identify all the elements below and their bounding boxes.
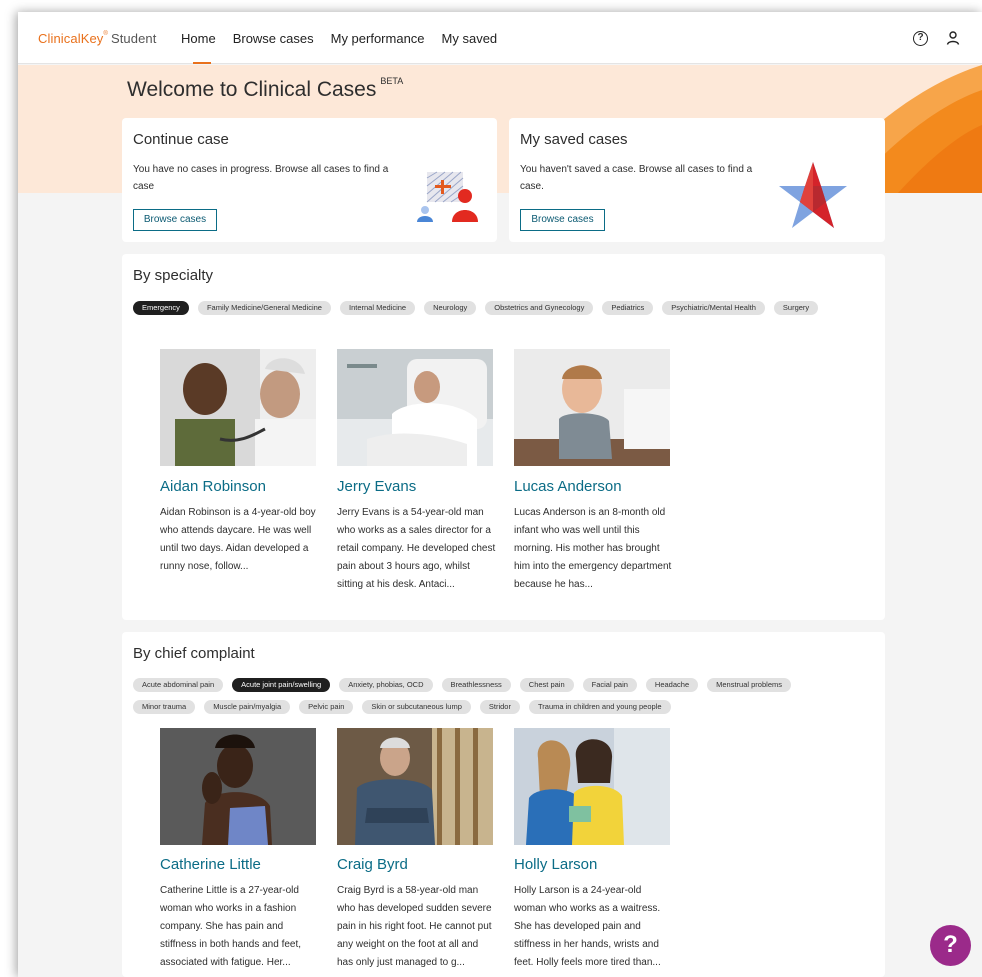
help-icon[interactable]: ? xyxy=(913,31,928,46)
complaint-filter-chips: Acute abdominal pain Acute joint pain/sw… xyxy=(133,678,863,722)
chip-acute-joint-pain[interactable]: Acute joint pain/swelling xyxy=(232,678,331,692)
chip-menstrual-problems[interactable]: Menstrual problems xyxy=(707,678,791,692)
page-title: Welcome to Clinical Cases BETA xyxy=(127,76,404,102)
chip-pediatrics[interactable]: Pediatrics xyxy=(602,301,654,315)
active-nav-indicator xyxy=(193,62,211,64)
specialty-title: By specialty xyxy=(133,267,214,284)
main-nav: Home Browse cases My performance My save… xyxy=(181,31,497,46)
complaint-title: By chief complaint xyxy=(133,645,255,662)
case-desc-holly: Holly Larson is a 24-year-old woman who … xyxy=(514,885,661,968)
case-desc-jerry: Jerry Evans is a 54-year-old man who wor… xyxy=(337,507,496,590)
chip-skin-lump[interactable]: Skin or subcutaneous lump xyxy=(362,700,471,714)
case-image-aidan[interactable] xyxy=(160,349,316,466)
continue-case-card: Continue case You have no cases in progr… xyxy=(122,118,497,242)
case-name-craig[interactable]: Craig Byrd xyxy=(337,856,408,873)
chip-breathlessness[interactable]: Breathlessness xyxy=(441,678,511,692)
case-desc-lucas: Lucas Anderson is an 8-month old infant … xyxy=(514,507,672,590)
user-icon[interactable] xyxy=(945,30,961,46)
case-name-jerry[interactable]: Jerry Evans xyxy=(337,478,416,495)
logo-sub: Student xyxy=(110,31,157,46)
chip-obstetrics-gynecology[interactable]: Obstetrics and Gynecology xyxy=(485,301,594,315)
case-image-lucas[interactable] xyxy=(514,349,670,466)
chip-anxiety[interactable]: Anxiety, phobias, OCD xyxy=(339,678,433,692)
nav-my-performance[interactable]: My performance xyxy=(331,31,425,46)
logo-text: ClinicalKey xyxy=(38,31,104,46)
case-image-craig[interactable] xyxy=(337,728,493,845)
chip-facial-pain[interactable]: Facial pain xyxy=(582,678,637,692)
case-name-lucas[interactable]: Lucas Anderson xyxy=(514,478,622,495)
case-image-holly[interactable] xyxy=(514,728,670,845)
continue-case-title: Continue case xyxy=(133,131,229,148)
chip-pelvic-pain[interactable]: Pelvic pain xyxy=(299,700,354,714)
chip-stridor[interactable]: Stridor xyxy=(479,700,520,714)
nav-browse-cases[interactable]: Browse cases xyxy=(233,31,314,46)
continue-case-text: You have no cases in progress. Browse al… xyxy=(133,164,389,192)
case-image-jerry[interactable] xyxy=(337,349,493,466)
floating-help-button[interactable]: ? xyxy=(930,925,971,966)
clinicalkey-logo[interactable]: ClinicalKey® Student xyxy=(38,31,156,46)
chip-internal-medicine[interactable]: Internal Medicine xyxy=(339,301,416,315)
browse-cases-button-saved[interactable]: Browse cases xyxy=(520,209,605,231)
case-desc-craig: Craig Byrd is a 58-year-old man who has … xyxy=(337,885,492,968)
beta-badge: BETA xyxy=(380,76,404,86)
saved-cases-card: My saved cases You haven't saved a case.… xyxy=(509,118,885,242)
chip-acute-abdominal-pain[interactable]: Acute abdominal pain xyxy=(133,678,224,692)
chip-trauma-children[interactable]: Trauma in children and young people xyxy=(528,700,671,714)
case-name-holly[interactable]: Holly Larson xyxy=(514,856,597,873)
page-title-text: Welcome to Clinical Cases xyxy=(127,78,377,101)
chip-surgery[interactable]: Surgery xyxy=(773,301,819,315)
top-navigation-bar: ClinicalKey® Student Home Browse cases My… xyxy=(18,12,982,64)
specialty-section: By specialty Emergency Family Medicine/G… xyxy=(122,254,885,620)
chip-family-medicine[interactable]: Family Medicine/General Medicine xyxy=(197,301,331,315)
saved-cases-text: You haven't saved a case. Browse all cas… xyxy=(520,164,753,192)
case-name-aidan[interactable]: Aidan Robinson xyxy=(160,478,266,495)
chip-chest-pain[interactable]: Chest pain xyxy=(519,678,574,692)
specialty-filter-chips: Emergency Family Medicine/General Medici… xyxy=(133,301,853,323)
complaint-section: By chief complaint Acute abdominal pain … xyxy=(122,632,885,977)
nav-home[interactable]: Home xyxy=(181,31,216,46)
chip-muscle-pain[interactable]: Muscle pain/myalgia xyxy=(204,700,291,714)
case-desc-catherine: Catherine Little is a 27-year-old woman … xyxy=(160,885,302,968)
app-window: ClinicalKey® Student Home Browse cases My… xyxy=(18,12,982,977)
chip-neurology[interactable]: Neurology xyxy=(424,301,477,315)
continue-case-illustration xyxy=(417,171,478,222)
browse-cases-button[interactable]: Browse cases xyxy=(133,209,217,231)
nav-my-saved[interactable]: My saved xyxy=(442,31,498,46)
chip-minor-trauma[interactable]: Minor trauma xyxy=(133,700,196,714)
chip-psychiatric[interactable]: Psychiatric/Mental Health xyxy=(662,301,765,315)
case-name-catherine[interactable]: Catherine Little xyxy=(160,856,261,873)
chip-emergency[interactable]: Emergency xyxy=(133,301,189,315)
case-image-catherine[interactable] xyxy=(160,728,316,845)
case-desc-aidan: Aidan Robinson is a 4-year-old boy who a… xyxy=(160,507,316,572)
logo-mark: ® xyxy=(103,31,108,37)
star-illustration xyxy=(779,162,847,228)
saved-cases-title: My saved cases xyxy=(520,131,628,148)
chip-headache[interactable]: Headache xyxy=(645,678,699,692)
